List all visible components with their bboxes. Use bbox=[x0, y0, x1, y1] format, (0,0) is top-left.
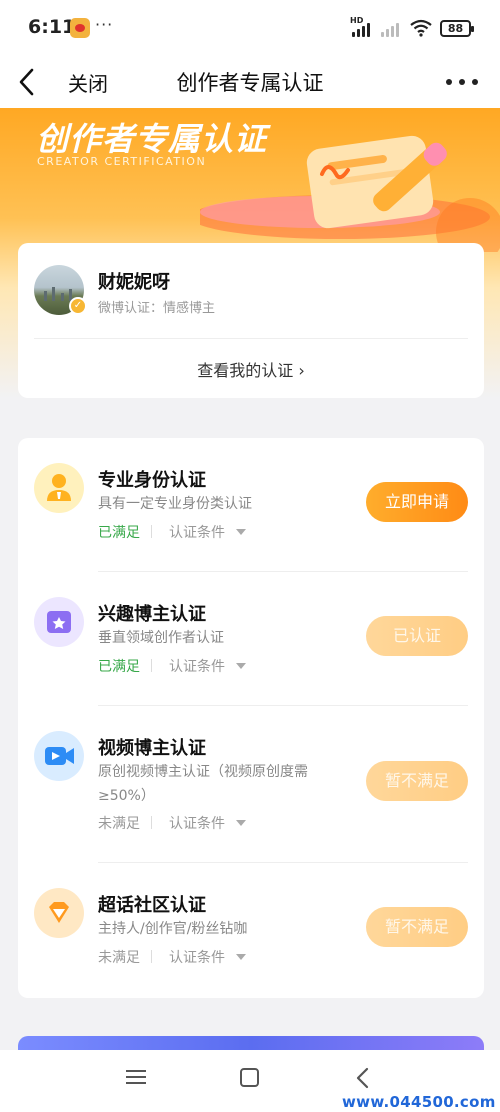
separator bbox=[151, 525, 152, 538]
separator bbox=[151, 816, 152, 829]
system-back-icon[interactable] bbox=[352, 1066, 374, 1090]
banner-subtitle: CREATOR CERTIFICATION bbox=[37, 155, 207, 168]
cert-desc: 原创视频博主认证（视频原创度需≥50%） bbox=[98, 764, 308, 804]
chevron-down-icon[interactable] bbox=[236, 529, 246, 535]
verified-badge-icon: ✓ bbox=[69, 297, 87, 315]
chevron-down-icon[interactable] bbox=[236, 663, 246, 669]
divider bbox=[98, 571, 468, 572]
cert-condition-toggle[interactable]: 认证条件 bbox=[169, 656, 225, 676]
diamond-icon bbox=[34, 888, 84, 938]
cert-title: 超话社区认证 bbox=[98, 895, 206, 916]
weibo-notification-icon bbox=[70, 18, 90, 38]
watermark: www.044500.com bbox=[342, 1093, 496, 1111]
page-title: 创作者专属认证 bbox=[176, 71, 324, 95]
cert-status: 未满足 bbox=[98, 816, 140, 832]
certificate-illustration bbox=[200, 135, 500, 252]
cert-title: 专业身份认证 bbox=[98, 470, 206, 491]
cert-desc: 具有一定专业身份类认证 bbox=[98, 496, 252, 512]
menu-icon[interactable] bbox=[126, 1068, 148, 1086]
chevron-down-icon[interactable] bbox=[236, 820, 246, 826]
not-eligible-button[interactable]: 暂不满足 bbox=[366, 761, 468, 801]
cert-condition-toggle[interactable]: 认证条件 bbox=[169, 947, 225, 967]
certification-list: 专业身份认证 具有一定专业身份类认证 已满足 认证条件 立即申请 兴趣博主认证 … bbox=[18, 438, 484, 998]
not-eligible-button[interactable]: 暂不满足 bbox=[366, 907, 468, 947]
more-notifications-icon: ··· bbox=[95, 15, 114, 34]
home-icon[interactable] bbox=[240, 1068, 259, 1087]
separator bbox=[151, 659, 152, 672]
cert-desc: 主持人/创作官/粉丝钻咖 bbox=[98, 921, 248, 937]
chevron-down-icon[interactable] bbox=[236, 954, 246, 960]
certified-button[interactable]: 已认证 bbox=[366, 616, 468, 656]
cert-title: 视频博主认证 bbox=[98, 738, 206, 759]
promo-banner-partial[interactable] bbox=[18, 1036, 484, 1050]
user-name: 财妮妮呀 bbox=[98, 272, 170, 293]
cert-title: 兴趣博主认证 bbox=[98, 604, 206, 625]
wifi-icon bbox=[410, 19, 432, 37]
nav-bar: 关闭 创作者专属认证 bbox=[0, 56, 500, 108]
divider bbox=[34, 338, 468, 339]
cert-condition-toggle[interactable]: 认证条件 bbox=[169, 522, 225, 542]
status-bar: 6:11 ··· HD 88 bbox=[0, 0, 500, 56]
view-my-certification-link[interactable]: 查看我的认证 › bbox=[18, 357, 484, 381]
cert-status: 已满足 bbox=[98, 525, 140, 541]
cert-status: 已满足 bbox=[98, 659, 140, 675]
divider bbox=[98, 705, 468, 706]
status-time: 6:11 bbox=[28, 16, 76, 38]
star-folder-icon bbox=[34, 597, 84, 647]
signal-icon bbox=[352, 21, 378, 37]
more-options-icon[interactable] bbox=[442, 66, 482, 98]
person-icon bbox=[34, 463, 84, 513]
apply-now-button[interactable]: 立即申请 bbox=[366, 482, 468, 522]
cert-status: 未满足 bbox=[98, 950, 140, 966]
divider bbox=[98, 862, 468, 863]
video-camera-icon bbox=[34, 731, 84, 781]
profile-card: ✓ 财妮妮呀 微博认证：情感博主 查看我的认证 › bbox=[18, 243, 484, 398]
cert-condition-toggle[interactable]: 认证条件 bbox=[169, 813, 225, 833]
signal-icon-secondary bbox=[381, 21, 407, 37]
user-certification: 微博认证：情感博主 bbox=[98, 301, 216, 316]
cert-desc: 垂直领域创作者认证 bbox=[98, 630, 224, 646]
separator bbox=[151, 950, 152, 963]
battery-icon: 88 bbox=[440, 20, 474, 37]
